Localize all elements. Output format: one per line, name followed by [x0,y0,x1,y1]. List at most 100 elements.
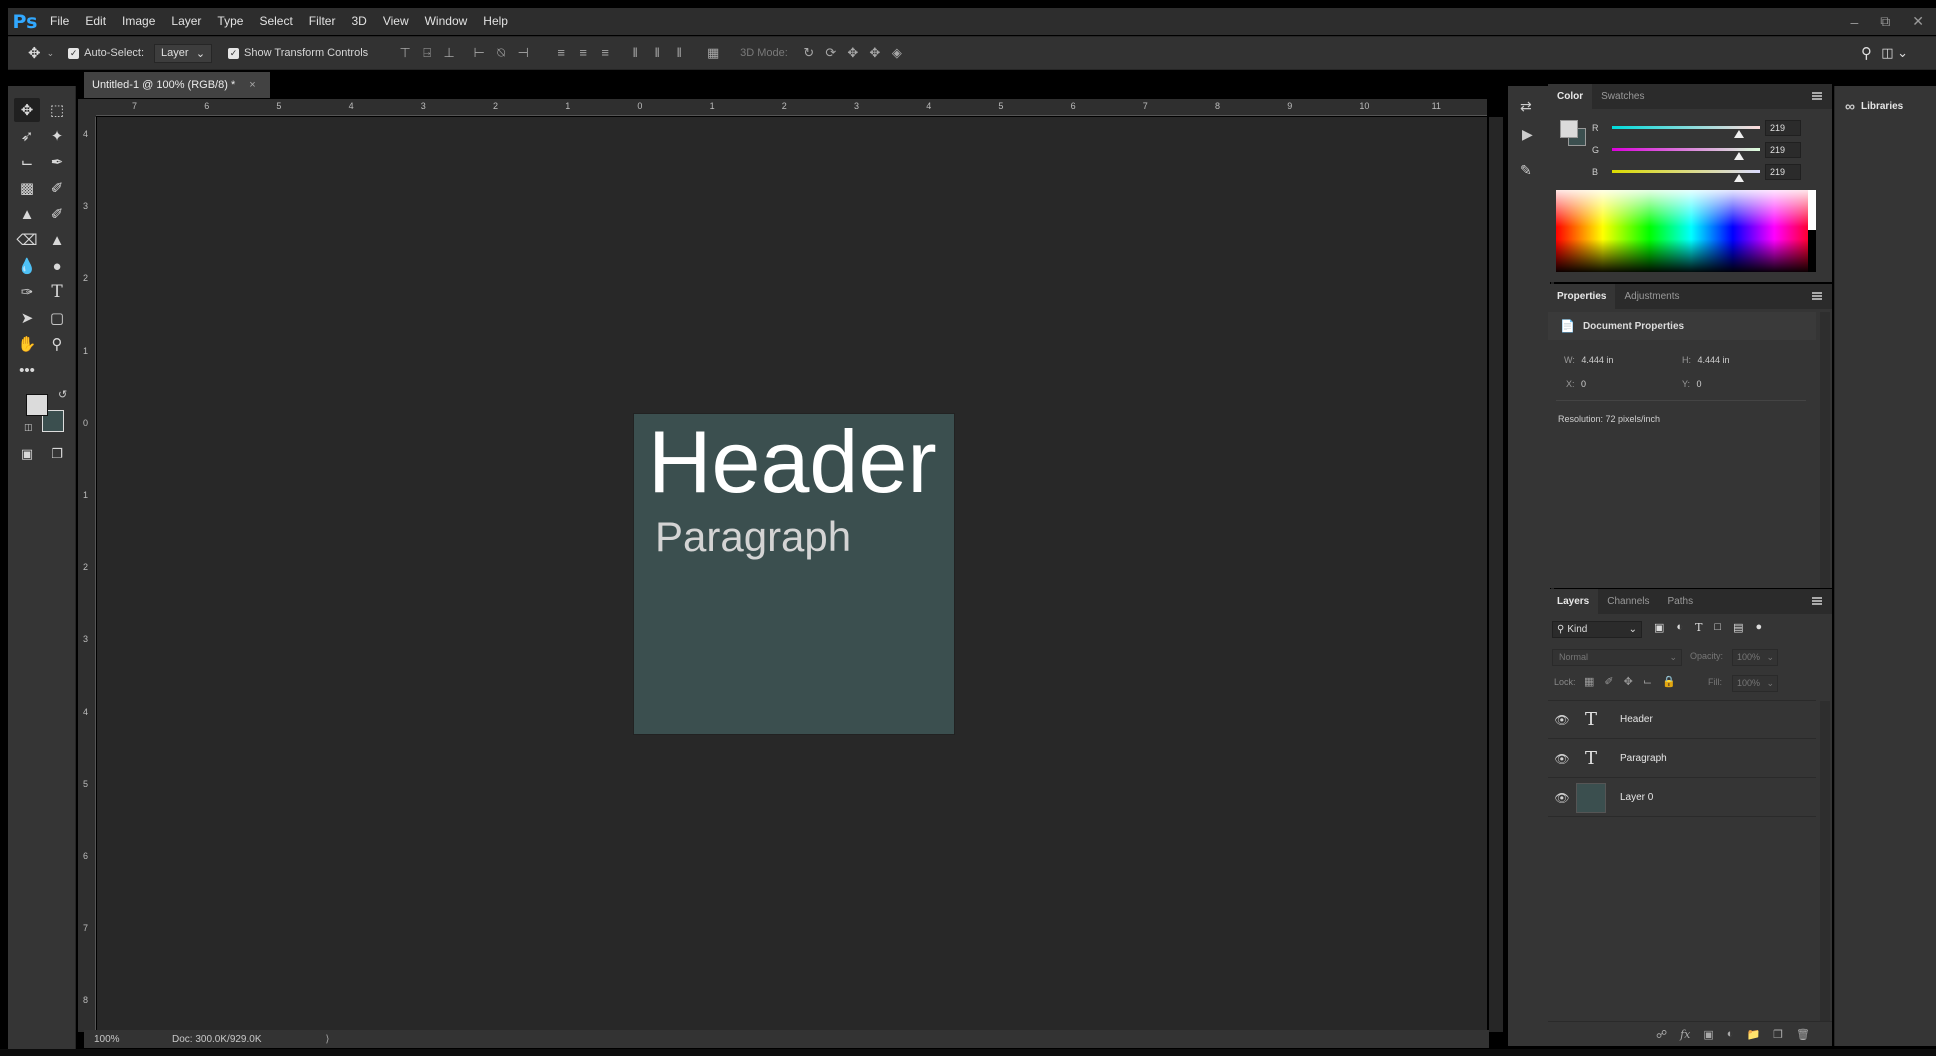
marquee-tool-icon[interactable]: ⬚ [44,98,70,122]
slider-r-value[interactable]: 219 [1765,120,1801,136]
properties-scrollbar[interactable] [1820,312,1830,588]
pen-tool-icon[interactable]: ✑ [14,280,40,304]
distribute-bottom-icon[interactable]: ≡ [594,45,616,61]
screen-mode-icon[interactable]: ❐ [44,442,70,466]
x-value[interactable]: 0 [1581,379,1586,389]
path-selection-tool-icon[interactable]: ➤ [14,306,40,330]
menu-window[interactable]: Window [417,8,476,35]
default-colors-icon[interactable]: ◫ [24,422,33,433]
auto-select-toggle[interactable]: ✓ Auto-Select: [68,47,144,59]
layers-scrollbar[interactable] [1820,701,1830,1021]
menu-file[interactable]: File [42,8,77,35]
spectrum-white-swatch[interactable] [1808,190,1816,230]
width-value[interactable]: 4.444 in [1581,355,1613,365]
restore-icon[interactable]: ⧉ [1880,13,1890,30]
actions-play-icon[interactable]: ▶ [1522,126,1533,143]
slider-r-track[interactable] [1612,126,1760,138]
foreground-color-swatch[interactable] [1560,120,1578,138]
menu-filter[interactable]: Filter [301,8,344,35]
auto-select-target-dropdown[interactable]: Layer ⌄ [154,43,213,63]
horizontal-ruler[interactable]: 7 6 5 4 3 2 1 0 1 2 3 4 5 6 7 8 9 10 11 [96,99,1487,116]
lock-all-icon[interactable]: 🔒 [1662,675,1676,688]
lock-transparent-icon[interactable]: ▦ [1584,675,1594,688]
menu-3d[interactable]: 3D [343,8,374,35]
history-brush-tool-icon[interactable]: ✐ [44,202,70,226]
new-group-icon[interactable]: 📁 [1746,1028,1760,1041]
menu-image[interactable]: Image [114,8,163,35]
slider-g-value[interactable]: 219 [1765,142,1801,158]
clone-stamp-tool-icon[interactable]: ▲ [14,202,40,226]
align-left-icon[interactable]: ⊢ [468,45,490,61]
foreground-color-swatch[interactable] [26,394,48,416]
crop-tool-icon[interactable]: ⌙ [14,150,40,174]
history-icon[interactable]: ⇄ [1520,98,1532,115]
hand-tool-icon[interactable]: ✋ [14,332,40,356]
libraries-tab[interactable]: ∞ Libraries [1845,98,1903,114]
layer-style-icon[interactable]: fx [1680,1028,1690,1041]
fill-input[interactable]: 100% ⌄ [1732,675,1778,692]
slider-b-knob[interactable] [1734,174,1745,182]
layer-kind-filter[interactable]: ⚲ Kind ⌄ [1552,621,1642,638]
3d-orbit-icon[interactable]: ↻ [798,45,820,61]
adjustment-layer-icon[interactable]: ◐ [1727,1028,1734,1040]
eraser-tool-icon[interactable]: ⌫ [14,228,40,252]
minimize-icon[interactable]: – [1850,14,1858,30]
checkbox-checked-icon[interactable]: ✓ [228,47,240,59]
color-spectrum[interactable] [1556,190,1816,272]
checkbox-checked-icon[interactable]: ✓ [68,47,80,59]
more-tools-icon[interactable]: ••• [14,358,40,382]
tab-color[interactable]: Color [1548,84,1593,109]
align-right-icon[interactable]: ⊣ [512,45,534,61]
photoshop-logo[interactable]: Ps [8,8,42,35]
filter-smart-object-icon[interactable]: ▤ [1733,621,1743,634]
move-tool-icon[interactable]: ✥ [14,98,40,122]
layer-name[interactable]: Paragraph [1620,753,1667,764]
close-icon[interactable]: ✕ [1912,13,1924,30]
document-tab[interactable]: Untitled-1 @ 100% (RGB/8) * × [84,72,270,98]
spectrum-black-swatch[interactable] [1808,230,1816,272]
distribute-right-icon[interactable]: ‖ [668,45,690,61]
lasso-tool-icon[interactable]: ➶ [14,124,40,148]
layer-row-layer-0[interactable]: 👁 Layer 0 [1548,779,1816,817]
lock-position-icon[interactable]: ✥ [1624,675,1633,688]
filter-type-icon[interactable]: T [1695,621,1702,634]
distribute-hcenter-icon[interactable]: ‖ [646,45,668,61]
filter-adjustment-icon[interactable]: ◐ [1676,621,1683,634]
shape-tool-icon[interactable]: ▢ [44,306,70,330]
panel-menu-icon[interactable] [1812,292,1822,300]
distribute-left-icon[interactable]: ‖ [624,45,646,61]
close-icon[interactable]: × [249,79,255,91]
paint-bucket-tool-icon[interactable]: ▲ [44,228,70,252]
layer-row-paragraph[interactable]: 👁 T Paragraph [1548,740,1816,778]
trash-icon[interactable]: 🗑 [1796,1028,1810,1041]
blur-tool-icon[interactable]: 💧 [14,254,40,278]
blend-mode-dropdown[interactable]: Normal ⌄ [1552,649,1682,666]
slider-g-knob[interactable] [1734,152,1745,160]
search-icon[interactable]: ⚲ [1861,44,1872,62]
distribute-vcenter-icon[interactable]: ≡ [572,45,594,61]
menu-help[interactable]: Help [475,8,516,35]
filter-shape-icon[interactable]: □ [1714,621,1721,634]
lock-artboard-icon[interactable]: ⌙ [1643,675,1652,688]
swap-colors-icon[interactable]: ↺ [58,388,67,401]
visibility-eye-icon[interactable]: 👁 [1548,752,1576,766]
ruler-origin[interactable] [78,99,96,117]
tab-layers[interactable]: Layers [1548,589,1599,614]
opacity-input[interactable]: 100% ⌄ [1732,649,1778,666]
lock-image-icon[interactable]: ✐ [1604,675,1613,688]
filter-toggle-icon[interactable]: ● [1755,621,1762,634]
layer-row-header[interactable]: 👁 T Header [1548,701,1816,739]
vertical-scrollbar[interactable] [1489,117,1503,1032]
tab-channels[interactable]: Channels [1598,589,1658,614]
3d-roll-icon[interactable]: ⟳ [820,45,842,61]
status-arrow-icon[interactable]: ⟩ [326,1034,330,1045]
zoom-tool-icon[interactable]: ⚲ [44,332,70,356]
align-hcenter-icon[interactable]: ⍉ [490,45,512,61]
filter-pixel-icon[interactable]: ▣ [1654,621,1664,634]
menu-edit[interactable]: Edit [77,8,114,35]
tool-preset-chevron-icon[interactable]: ⌄ [47,48,55,59]
visibility-eye-icon[interactable]: 👁 [1548,713,1576,727]
slider-b-value[interactable]: 219 [1765,164,1801,180]
tab-swatches[interactable]: Swatches [1592,84,1653,109]
healing-brush-tool-icon[interactable]: ▩ [14,176,40,200]
